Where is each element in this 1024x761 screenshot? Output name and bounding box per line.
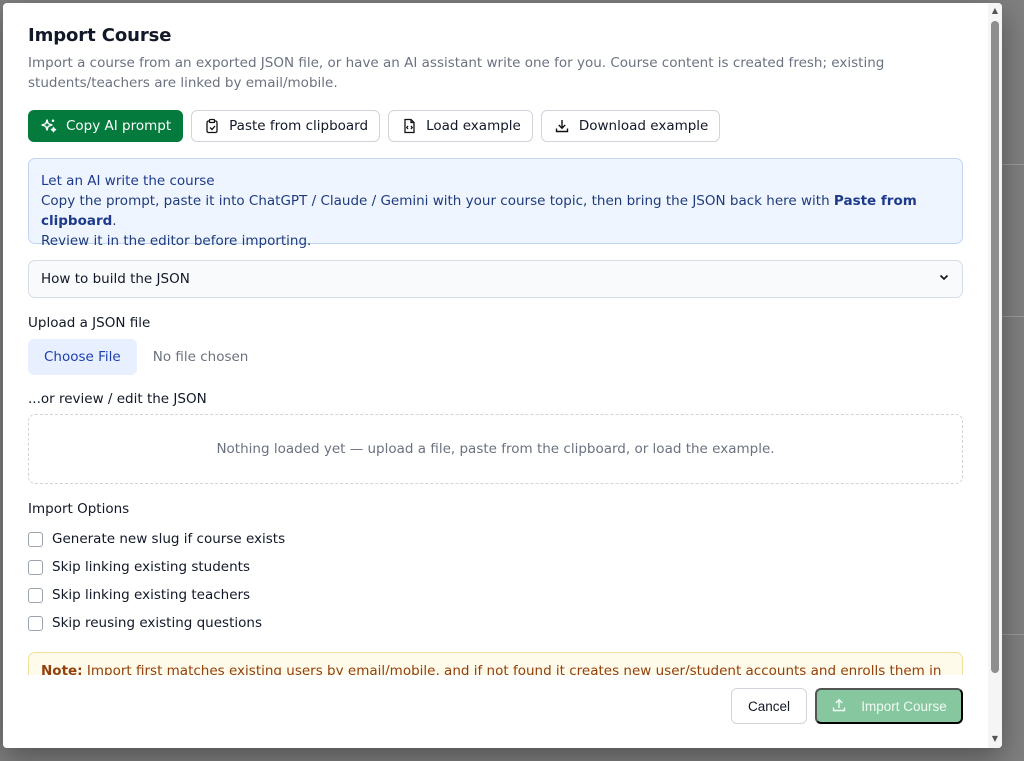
dialog-title: Import Course xyxy=(28,25,172,46)
scroll-up-arrow-icon[interactable]: ▲ xyxy=(990,6,1000,16)
cancel-button[interactable]: Cancel xyxy=(731,688,807,724)
scrollbar-thumb[interactable] xyxy=(991,21,999,673)
ai-info-line2: Review it in the editor before importing… xyxy=(41,233,312,249)
paste-from-clipboard-button[interactable]: Paste from clipboard xyxy=(191,110,381,142)
sparkles-icon xyxy=(40,117,58,135)
action-toolbar: Copy AI prompt Paste from clipboard Load… xyxy=(28,110,721,142)
upload-icon xyxy=(831,697,847,716)
json-editor-empty[interactable]: Nothing loaded yet — upload a file, past… xyxy=(28,414,963,484)
editor-label: ...or review / edit the JSON xyxy=(28,391,207,407)
chevron-down-icon xyxy=(938,271,950,287)
option-skip-linking-teachers[interactable]: Skip linking existing teachers xyxy=(28,586,285,604)
scroll-down-arrow-icon[interactable]: ▼ xyxy=(990,734,1000,744)
load-example-label: Load example xyxy=(426,118,521,134)
option-skip-linking-students[interactable]: Skip linking existing students xyxy=(28,558,285,576)
load-example-button[interactable]: Load example xyxy=(388,110,533,142)
option-label: Skip reusing existing questions xyxy=(52,615,262,631)
dialog-description: Import a course from an exported JSON fi… xyxy=(28,55,885,91)
accordion-label: How to build the JSON xyxy=(41,271,190,287)
dialog-scroll-area[interactable]: Import Course Import a course from an ex… xyxy=(3,3,988,675)
import-options-list: Generate new slug if course exists Skip … xyxy=(28,530,285,632)
scrollbar[interactable]: ▲ ▼ xyxy=(988,3,1002,748)
ai-info-text: Copy the prompt, paste it into ChatGPT /… xyxy=(41,191,950,231)
how-to-build-accordion[interactable]: How to build the JSON xyxy=(28,260,963,298)
ai-info-box: Let an AI write the course Copy the prom… xyxy=(28,158,963,249)
clipboard-icon xyxy=(203,117,221,135)
checkbox[interactable] xyxy=(28,587,43,603)
ai-info-text-start: Copy the prompt, paste it into ChatGPT /… xyxy=(41,193,834,209)
file-status: No file chosen xyxy=(152,349,249,365)
checkbox[interactable] xyxy=(28,531,43,547)
dialog-footer: Cancel Import Course xyxy=(3,675,988,748)
import-options-heading: Import Options xyxy=(28,501,130,517)
upload-label: Upload a JSON file xyxy=(28,315,151,331)
note-label: Note: xyxy=(41,663,83,675)
ai-info-text-end: . xyxy=(112,213,117,229)
option-generate-new-slug[interactable]: Generate new slug if course exists xyxy=(28,530,285,548)
copy-ai-prompt-label: Copy AI prompt xyxy=(66,118,172,134)
choose-file-button[interactable]: Choose File xyxy=(28,339,137,375)
import-note: Note: Import first matches existing user… xyxy=(28,652,963,675)
download-example-button[interactable]: Download example xyxy=(540,110,721,142)
file-code-icon xyxy=(400,117,418,135)
ai-info-title: Let an AI write the course xyxy=(41,173,215,189)
checkbox[interactable] xyxy=(28,615,43,631)
option-skip-reusing-questions[interactable]: Skip reusing existing questions xyxy=(28,614,285,632)
paste-from-clipboard-label: Paste from clipboard xyxy=(229,118,369,134)
note-text: Import first matches existing users by e… xyxy=(86,663,942,675)
download-icon xyxy=(553,117,571,135)
import-course-dialog: Import Course Import a course from an ex… xyxy=(3,3,1002,748)
checkbox[interactable] xyxy=(28,559,43,575)
option-label: Generate new slug if course exists xyxy=(52,531,286,547)
copy-ai-prompt-button[interactable]: Copy AI prompt xyxy=(28,110,184,142)
option-label: Skip linking existing teachers xyxy=(52,587,251,603)
import-course-button[interactable]: Import Course xyxy=(815,688,963,724)
download-example-label: Download example xyxy=(578,118,709,134)
option-label: Skip linking existing students xyxy=(52,559,250,575)
import-course-label: Import Course xyxy=(861,698,947,714)
file-input: Choose File No file chosen xyxy=(28,339,248,375)
